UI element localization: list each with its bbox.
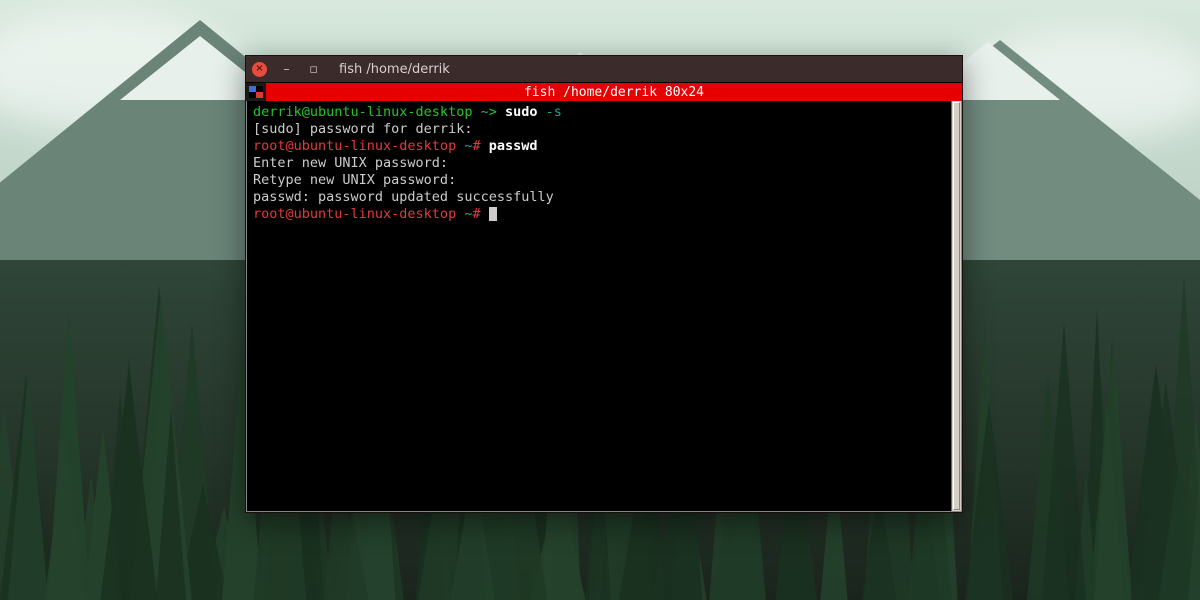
maximize-button[interactable]: ▫	[306, 62, 321, 77]
terminal-line: Enter new UNIX password:	[253, 155, 945, 172]
terminal-multiplexer-icon	[249, 86, 263, 98]
tab-label[interactable]: fish /home/derrik 80x24	[266, 83, 962, 101]
scrollbar[interactable]	[951, 101, 961, 511]
window-title: fish /home/derrik	[339, 62, 450, 77]
terminal-line: [sudo] password for derrik:	[253, 121, 945, 138]
terminal-line: derrik@ubuntu-linux-desktop ~> sudo -s	[253, 104, 945, 121]
close-button[interactable]: ×	[252, 62, 267, 77]
minimize-button[interactable]: –	[279, 62, 294, 77]
terminal-line: passwd: password updated successfully	[253, 189, 945, 206]
terminal-window: × – ▫ fish /home/derrik fish /home/derri…	[245, 55, 963, 513]
terminal-line: root@ubuntu-linux-desktop ~#	[253, 206, 945, 223]
terminal-output[interactable]: derrik@ubuntu-linux-desktop ~> sudo -s[s…	[247, 101, 951, 511]
terminal-line: Retype new UNIX password:	[253, 172, 945, 189]
tab-icon[interactable]	[246, 83, 266, 101]
window-titlebar[interactable]: × – ▫ fish /home/derrik	[246, 56, 962, 82]
tab-bar: fish /home/derrik 80x24	[246, 82, 962, 101]
terminal-line: root@ubuntu-linux-desktop ~# passwd	[253, 138, 945, 155]
scrollbar-thumb[interactable]	[953, 102, 960, 510]
cursor	[489, 207, 497, 221]
